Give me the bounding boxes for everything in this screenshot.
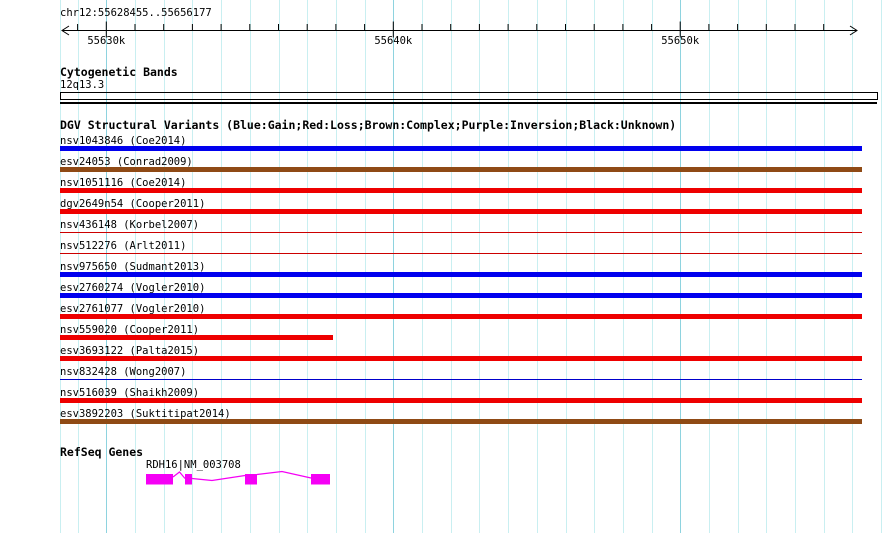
exon-box[interactable] — [146, 474, 173, 485]
grid-line — [737, 0, 739, 533]
grid-line — [766, 0, 768, 533]
refseq-track-title: RefSeq Genes — [60, 445, 144, 459]
variant-label: nsv512276 (Arlt2011) — [60, 240, 187, 252]
variant-bar[interactable] — [60, 167, 862, 172]
variant-bar[interactable] — [60, 188, 862, 193]
cytoband-box[interactable] — [60, 92, 878, 100]
ruler-tick-label: 55640k — [374, 35, 413, 47]
grid-line — [422, 0, 423, 533]
variant-bar[interactable] — [60, 272, 862, 277]
variant-bar[interactable] — [60, 356, 862, 361]
variant-bar[interactable] — [60, 335, 333, 340]
grid-line — [536, 0, 538, 533]
variant-label: nsv832428 (Wong2007) — [60, 366, 187, 378]
grid-line — [278, 0, 280, 533]
grid-line — [249, 0, 251, 533]
grid-line — [708, 0, 710, 533]
variant-bar[interactable] — [60, 209, 862, 214]
intron-line — [191, 474, 246, 482]
grid-line — [594, 0, 596, 533]
grid-line — [364, 0, 366, 533]
grid-line — [881, 0, 883, 533]
exon-box[interactable] — [245, 474, 257, 485]
ruler-tick-label: 55630k — [87, 35, 126, 47]
genome-browser-canvas: chr12:55628455..55656177 55630k 55640k 556… — [0, 0, 890, 533]
grid-line — [565, 0, 567, 533]
variant-bar[interactable] — [60, 419, 862, 424]
intron-line — [172, 471, 186, 479]
grid-line — [393, 0, 395, 533]
variant-bar[interactable] — [60, 398, 862, 403]
ruler-axis — [61, 21, 858, 38]
gene-glyph[interactable] — [0, 466, 890, 492]
exon-box[interactable] — [185, 474, 192, 485]
cytoband-baseline — [60, 102, 877, 104]
grid-line — [651, 0, 653, 533]
grid-line — [221, 0, 223, 533]
ruler-tick-label: 55650k — [661, 35, 700, 47]
grid-line — [795, 0, 796, 533]
cytoband-label: 12q13.3 — [60, 79, 105, 91]
grid-line — [622, 0, 624, 533]
variant-bar[interactable] — [60, 379, 862, 380]
variant-bar[interactable] — [60, 146, 862, 151]
cytoband-track-title: Cytogenetic Bands — [60, 65, 178, 79]
exon-box[interactable] — [311, 474, 330, 485]
dgv-track-title: DGV Structural Variants (Blue:Gain;Red:L… — [60, 118, 677, 132]
grid-line — [852, 0, 854, 533]
intron-line — [256, 470, 312, 479]
grid-line — [335, 0, 337, 533]
grid-line — [823, 0, 825, 533]
variant-bar[interactable] — [60, 314, 862, 319]
grid-line — [680, 0, 682, 533]
grid-line — [450, 0, 452, 533]
grid-line — [508, 0, 510, 533]
variant-bar[interactable] — [60, 293, 862, 298]
variant-label: nsv436148 (Korbel2007) — [60, 219, 200, 231]
grid-line — [479, 0, 481, 533]
variant-bar[interactable] — [60, 253, 862, 254]
variant-bar[interactable] — [60, 232, 862, 233]
grid-line — [307, 0, 309, 533]
